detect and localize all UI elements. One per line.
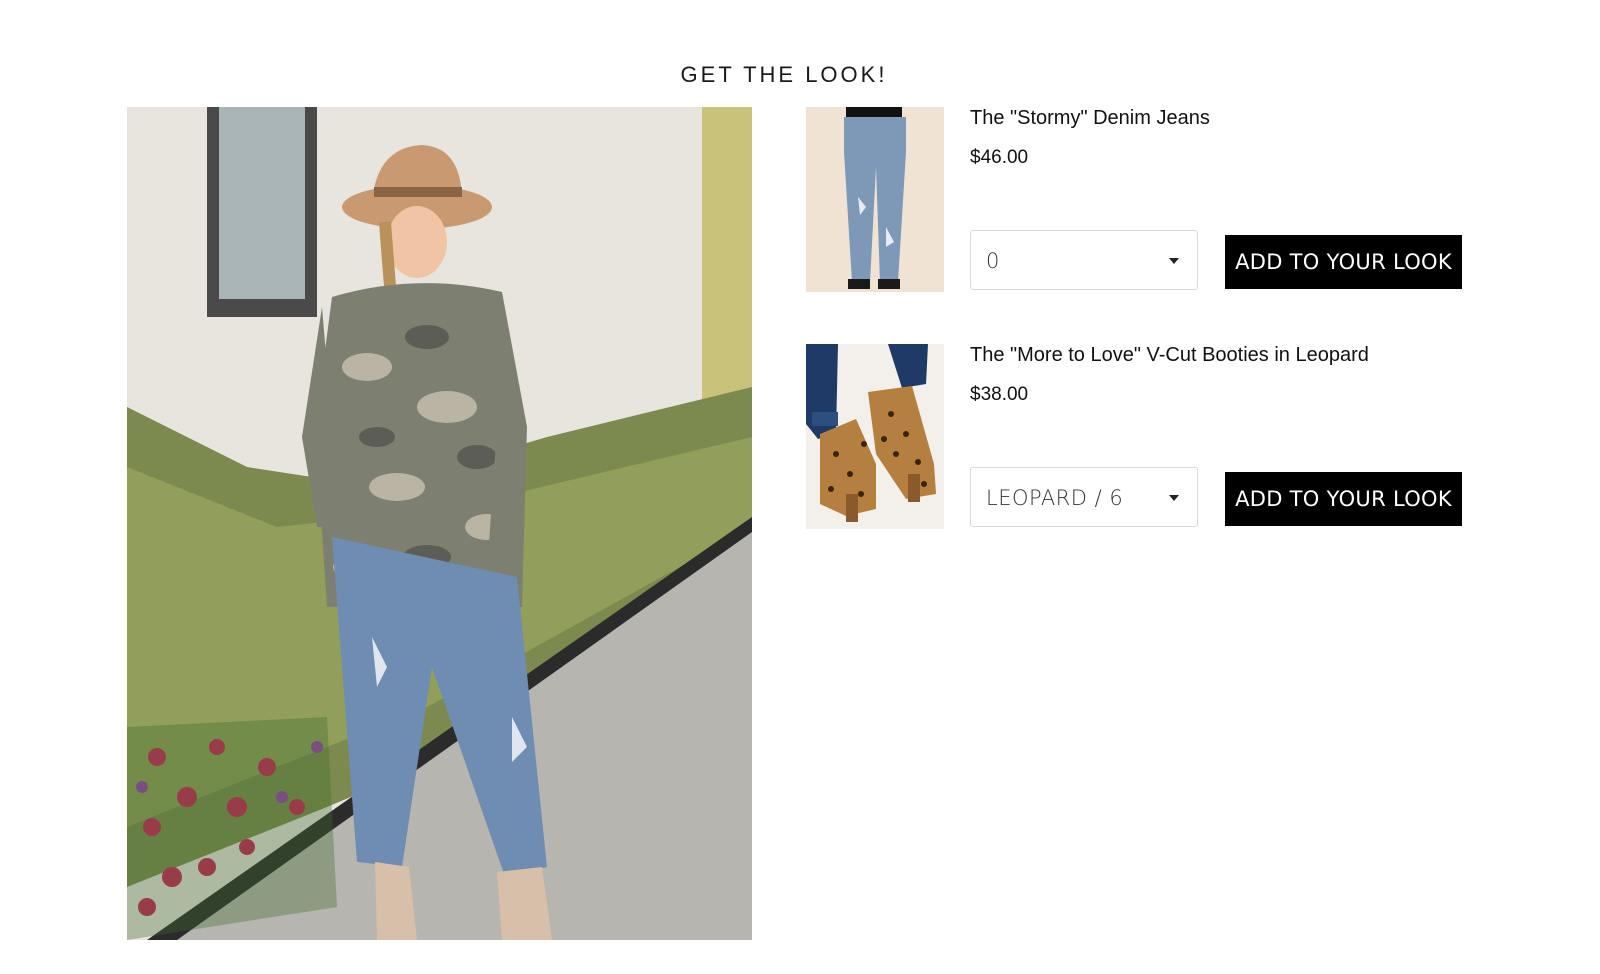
hero-photo: [127, 107, 752, 940]
chevron-down-icon: [1169, 495, 1179, 501]
add-to-look-button[interactable]: ADD TO YOUR LOOK: [1225, 235, 1462, 289]
variant-select-value: LEOPARD / 6: [986, 486, 1124, 510]
product-card: The "More to Love" V-Cut Booties in Leop…: [806, 344, 1506, 529]
variant-select[interactable]: 0: [970, 230, 1198, 290]
product-thumbnail[interactable]: [806, 344, 944, 529]
product-name[interactable]: The "More to Love" V-Cut Booties in Leop…: [970, 344, 1369, 367]
add-to-look-button[interactable]: ADD TO YOUR LOOK: [1225, 472, 1462, 526]
variant-select-value: 0: [986, 249, 1000, 273]
chevron-down-icon: [1169, 258, 1179, 264]
product-price: $38.00: [970, 384, 1029, 405]
product-card: The "Stormy" Denim Jeans $46.00 0 ADD TO…: [806, 107, 1506, 292]
section-title: GET THE LOOK!: [680, 62, 888, 87]
variant-select[interactable]: LEOPARD / 6: [970, 467, 1198, 527]
product-thumbnail[interactable]: [806, 107, 944, 292]
product-price: $46.00: [970, 147, 1029, 168]
product-name[interactable]: The "Stormy" Denim Jeans: [970, 107, 1210, 130]
